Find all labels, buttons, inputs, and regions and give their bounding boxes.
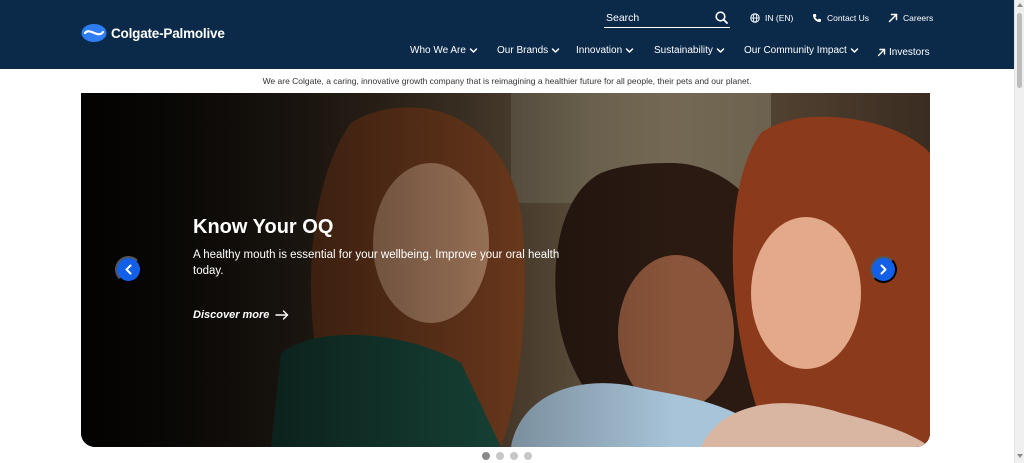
carousel-dot[interactable] <box>524 452 532 460</box>
hero-subtitle: A healthy mouth is essential for your we… <box>193 249 560 277</box>
carousel-dot[interactable] <box>510 452 518 460</box>
nav-label: Our Community Impact <box>744 45 847 56</box>
carousel-dot[interactable] <box>482 452 490 460</box>
chevron-down-icon <box>716 48 725 53</box>
carousel-next-button[interactable] <box>870 256 897 283</box>
colgate-logo-icon <box>81 24 107 42</box>
scroll-thumb[interactable] <box>1017 13 1022 88</box>
page-scrollbar[interactable] <box>1014 0 1024 463</box>
arrow-up-right-icon <box>888 13 898 23</box>
hero-title: Know Your OQ <box>193 216 334 238</box>
carousel-dot[interactable] <box>496 452 504 460</box>
nav-our-community-impact[interactable]: Our Community Impact <box>744 45 859 56</box>
nav-label: Innovation <box>576 45 623 56</box>
site-header: Colgate-Palmolive IN (EN) Contact Us Car… <box>0 0 1014 69</box>
carousel-prev-button[interactable] <box>115 256 142 283</box>
nav-label: Who We Are <box>410 45 466 56</box>
nav-label: Our Brands <box>497 45 549 56</box>
chevron-down-icon <box>850 48 859 53</box>
search-input[interactable] <box>606 9 710 26</box>
globe-icon <box>750 13 760 23</box>
chevron-left-icon <box>125 264 132 275</box>
contact-us-label: Contact Us <box>827 13 870 23</box>
discover-more-link[interactable]: Discover more <box>193 309 289 321</box>
nav-label: Investors <box>889 47 930 58</box>
tagline: We are Colgate, a caring, innovative gro… <box>262 76 752 86</box>
contact-us-link[interactable]: Contact Us <box>812 13 869 23</box>
chevron-down-icon <box>469 48 478 53</box>
language-label: IN (EN) <box>765 13 794 23</box>
chevron-down-icon <box>625 48 634 53</box>
brand-logo[interactable]: Colgate-Palmolive <box>81 23 225 43</box>
brand-name: Colgate-Palmolive <box>111 25 225 41</box>
nav-label: Sustainability <box>654 45 713 56</box>
search-icon[interactable] <box>715 11 728 24</box>
nav-investors[interactable]: Investors <box>877 47 930 58</box>
careers-link[interactable]: Careers <box>888 13 933 23</box>
arrow-right-icon <box>275 310 289 320</box>
search-box <box>604 9 730 28</box>
nav-sustainability[interactable]: Sustainability <box>654 45 725 56</box>
careers-label: Careers <box>903 13 934 23</box>
chevron-down-icon <box>551 48 560 53</box>
carousel-pagination <box>482 452 532 460</box>
nav-our-brands[interactable]: Our Brands <box>497 45 560 56</box>
hero-carousel: Know Your OQ A healthy mouth is essentia… <box>81 93 930 447</box>
nav-innovation[interactable]: Innovation <box>576 45 634 56</box>
arrow-up-right-icon <box>877 48 886 57</box>
discover-more-label: Discover more <box>193 309 270 321</box>
phone-icon <box>813 14 821 22</box>
chevron-right-icon <box>880 264 887 275</box>
language-selector[interactable]: IN (EN) <box>750 13 793 23</box>
scroll-down-arrow[interactable] <box>1017 454 1023 458</box>
scroll-up-arrow[interactable] <box>1017 3 1023 7</box>
nav-who-we-are[interactable]: Who We Are <box>410 45 478 56</box>
